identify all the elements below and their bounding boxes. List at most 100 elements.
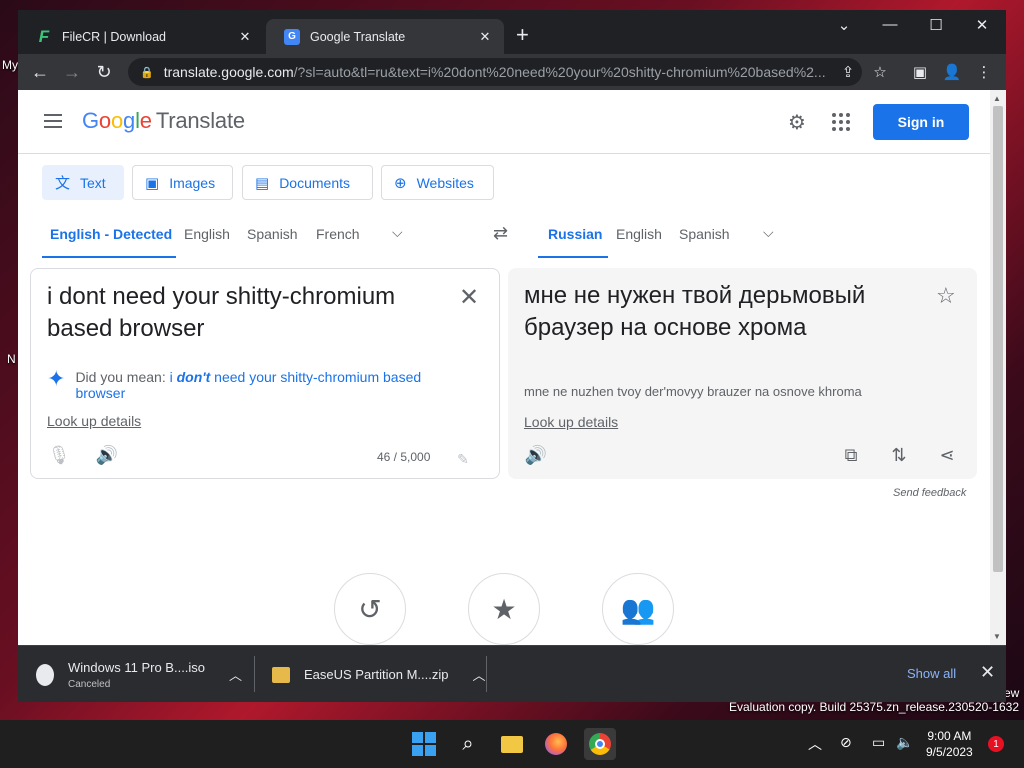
reload-icon[interactable]: ↻: [92, 60, 116, 84]
history-icon[interactable]: ↺: [334, 573, 406, 645]
mode-websites-button[interactable]: ⊕ Websites: [381, 165, 494, 200]
rate-translation-icon[interactable]: ⇅: [887, 443, 911, 467]
close-tab-icon[interactable]: ✕: [476, 29, 494, 45]
clear-text-icon[interactable]: ✕: [459, 283, 479, 312]
tab-search-icon[interactable]: ⌄: [824, 16, 864, 34]
download-bar: Windows 11 Pro B....iso Canceled ︿ EaseU…: [18, 645, 1006, 702]
source-text-input[interactable]: i dont need your shitty-chromium based b…: [47, 281, 427, 345]
new-tab-button[interactable]: +: [516, 24, 529, 46]
start-button[interactable]: [408, 728, 440, 760]
tab-filecr[interactable]: F FileCR | Download ✕: [18, 19, 264, 54]
side-panel-icon[interactable]: ▣: [908, 60, 932, 84]
desktop-icon-label[interactable]: My: [2, 58, 18, 72]
system-clock[interactable]: 9:00 AM 9/5/2023: [926, 728, 973, 760]
copy-icon[interactable]: ⧉: [839, 443, 863, 467]
close-download-bar-icon[interactable]: ✕: [980, 662, 995, 683]
divider: [486, 656, 487, 692]
mode-text-button[interactable]: 文 Text: [42, 165, 124, 200]
file-explorer-icon[interactable]: [496, 728, 528, 760]
send-feedback-link[interactable]: Send feedback: [893, 487, 966, 499]
scrollbar-thumb[interactable]: [993, 106, 1003, 572]
divider: [254, 656, 255, 692]
source-lang-spanish[interactable]: Spanish: [247, 226, 298, 242]
clock-time: 9:00 AM: [927, 729, 972, 743]
source-text-panel: i dont need your shitty-chromium based b…: [30, 268, 500, 479]
look-up-details-link[interactable]: Look up details: [47, 413, 141, 429]
source-lang-english[interactable]: English: [184, 226, 230, 242]
main-menu-icon[interactable]: [44, 114, 62, 128]
did-you-mean-suggestion: ✦ Did you mean: i don't need your shitty…: [47, 366, 447, 402]
display-icon[interactable]: ▭: [872, 734, 885, 751]
download-item-windows-iso[interactable]: Windows 11 Pro B....iso Canceled ︿: [34, 646, 242, 703]
target-lang-russian[interactable]: Russian: [548, 226, 602, 242]
evaluation-watermark: Evaluation copy. Build 25375.zn_release.…: [729, 700, 1019, 714]
page-scrollbar[interactable]: ▲ ▼: [990, 90, 1006, 645]
saved-star-icon[interactable]: ★: [468, 573, 540, 645]
network-offline-icon[interactable]: ⊘: [840, 734, 852, 751]
mode-documents-button[interactable]: ▤ Documents: [242, 165, 373, 200]
settings-gear-icon[interactable]: ⚙: [785, 110, 809, 134]
chevron-up-icon[interactable]: ︿: [473, 665, 486, 684]
save-translation-star-icon[interactable]: ☆: [936, 283, 956, 309]
notification-badge[interactable]: 1: [988, 736, 1004, 752]
minimize-button[interactable]: —: [870, 16, 910, 33]
tab-bar: F FileCR | Download ✕ G Google Translate…: [18, 10, 1006, 54]
google-translate-logo[interactable]: Google Translate: [82, 108, 245, 134]
scroll-up-icon[interactable]: ▲: [993, 94, 1001, 103]
more-target-langs-chevron-icon[interactable]: ⌵: [763, 224, 774, 241]
sparkle-icon: ✦: [47, 366, 66, 391]
microphone-icon[interactable]: 🎙: [47, 443, 71, 467]
share-icon[interactable]: ⋖: [935, 443, 959, 467]
tab-title: FileCR | Download: [62, 29, 166, 44]
menu-kebab-icon[interactable]: ⋮: [972, 60, 996, 84]
profile-icon[interactable]: 👤: [940, 60, 964, 84]
google-apps-icon[interactable]: [829, 110, 853, 134]
show-all-downloads-button[interactable]: Show all: [907, 666, 956, 681]
chevron-up-icon[interactable]: ︿: [229, 665, 242, 684]
tab-google-translate[interactable]: G Google Translate ✕: [266, 19, 504, 54]
share-icon[interactable]: ⇪: [836, 60, 860, 84]
forward-icon[interactable]: →: [60, 60, 84, 84]
source-lang-detected[interactable]: English - Detected: [50, 226, 172, 242]
windows-taskbar: ⌕ ︿ ⊘ ▭ 🔈 9:00 AM 9/5/2023 1: [0, 720, 1024, 768]
contribute-people-icon[interactable]: 👥: [602, 573, 674, 645]
close-tab-icon[interactable]: ✕: [236, 29, 254, 45]
more-source-langs-chevron-icon[interactable]: ⌵: [392, 224, 403, 241]
listen-speaker-icon[interactable]: 🔊: [95, 443, 119, 467]
target-lang-spanish[interactable]: Spanish: [679, 226, 730, 242]
download-item-easeus-zip[interactable]: EaseUS Partition M....zip ︿: [270, 646, 486, 703]
source-lang-underline: [42, 256, 176, 258]
desktop-icon-label[interactable]: N: [7, 352, 16, 366]
volume-icon[interactable]: 🔈: [896, 734, 913, 751]
document-icon: ▤: [255, 174, 270, 192]
mode-images-button[interactable]: ▣ Images: [132, 165, 233, 200]
scroll-down-icon[interactable]: ▼: [993, 632, 1001, 641]
clock-date: 9/5/2023: [926, 745, 973, 759]
target-lang-underline: [538, 256, 608, 258]
search-icon[interactable]: ⌕: [452, 728, 484, 760]
character-counter: 46 / 5,000: [377, 450, 431, 464]
pencil-icon[interactable]: ✎: [451, 447, 475, 471]
google-translate-icon: G: [284, 28, 300, 45]
listen-speaker-icon[interactable]: 🔊: [524, 443, 548, 467]
swap-languages-icon[interactable]: ⇄: [493, 223, 508, 244]
translated-text: мне не нужен твой дерьмовый браузер на о…: [524, 282, 866, 341]
firefox-icon[interactable]: [540, 728, 572, 760]
transliteration-text: mne ne nuzhen tvoy der'movyy brauzer na …: [524, 384, 862, 399]
close-window-button[interactable]: ✕: [962, 16, 1002, 34]
show-hidden-icons-chevron-icon[interactable]: ︿: [808, 734, 822, 754]
lock-icon: 🔒: [140, 66, 154, 79]
google-translate-page: Google Translate ⚙ Sign in 文 Text ▣ Images …: [18, 90, 990, 645]
target-lang-english[interactable]: English: [616, 226, 662, 242]
chrome-icon[interactable]: [584, 728, 616, 760]
sign-in-button[interactable]: Sign in: [873, 104, 969, 140]
source-lang-french[interactable]: French: [316, 226, 360, 242]
look-up-details-link[interactable]: Look up details: [524, 414, 618, 430]
bookmark-star-icon[interactable]: ☆: [868, 60, 892, 84]
browser-toolbar: ← → ↻ 🔒 translate.google.com /?sl=auto&t…: [18, 54, 1006, 90]
desktop-text-fragment: ew: [1004, 686, 1020, 700]
target-text-panel: мне не нужен твой дерьмовый браузер на о…: [508, 268, 977, 479]
address-bar[interactable]: 🔒 translate.google.com /?sl=auto&tl=ru&t…: [128, 58, 862, 86]
back-icon[interactable]: ←: [28, 60, 52, 84]
maximize-button[interactable]: ☐: [916, 16, 956, 34]
